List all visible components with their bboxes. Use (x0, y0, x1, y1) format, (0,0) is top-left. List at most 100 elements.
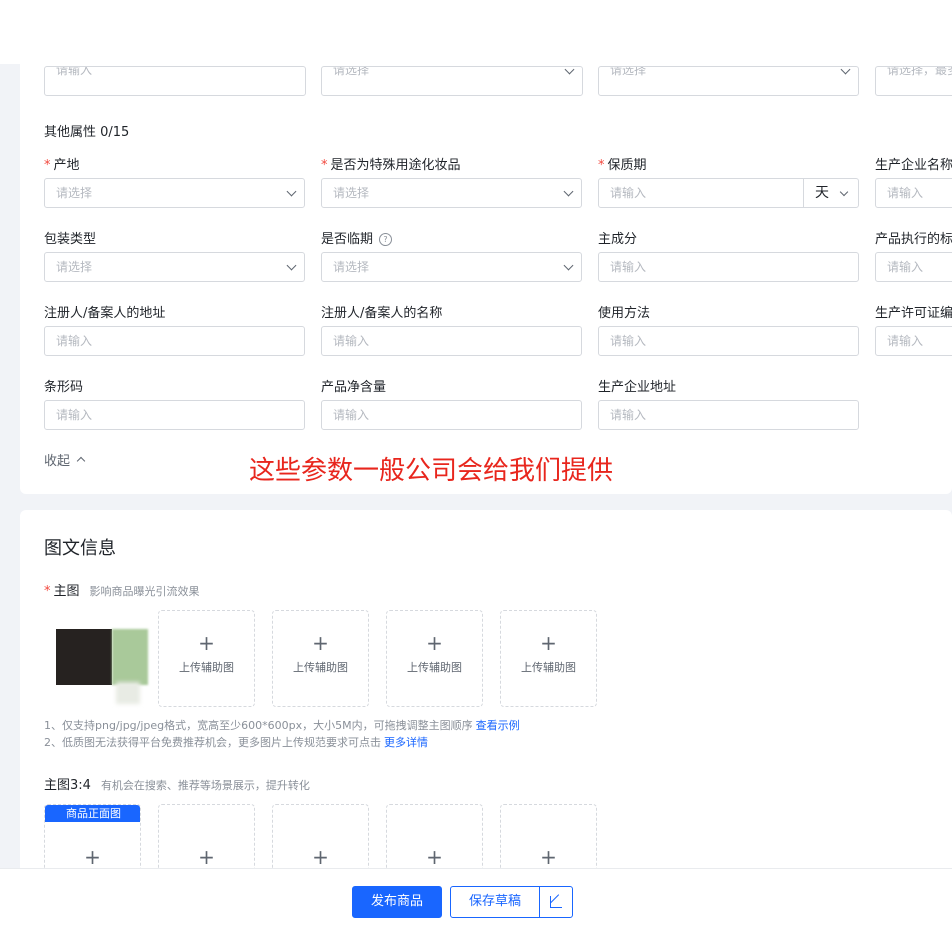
main-ingredient-input[interactable]: 请输入 (598, 252, 859, 282)
plus-icon: + (426, 631, 443, 655)
manufacturer-address-input[interactable]: 请输入 (598, 400, 859, 430)
special-use-placeholder: 请选择 (333, 186, 370, 200)
shelf-life-input[interactable]: 请输入 天 (598, 178, 859, 208)
usage-input[interactable]: 请输入 (598, 326, 859, 356)
shelf-life-label-text: 保质期 (607, 158, 647, 173)
barcode-input[interactable]: 请输入 (44, 400, 305, 430)
manufacturer-address-placeholder: 请输入 (610, 408, 647, 422)
package-type-select[interactable]: 请选择 (44, 252, 305, 282)
unit-divider (803, 179, 804, 207)
placeholder: 请选择，最多 (887, 66, 952, 77)
chevron-down-icon (286, 186, 297, 197)
view-example-link[interactable]: 查看示例 (476, 719, 520, 732)
chevron-down-icon (840, 67, 851, 75)
special-use-label-text: 是否为特殊用途化妆品 (330, 158, 461, 173)
near-expiry-select[interactable]: 请选择 (321, 252, 582, 282)
more-details-link[interactable]: 更多详情 (384, 736, 428, 749)
license-input[interactable]: 请输入 (875, 326, 952, 356)
placeholder: 请选择 (610, 66, 647, 77)
license-placeholder: 请输入 (887, 334, 924, 348)
main-ingredient-label: 主成分 (598, 232, 638, 247)
chevron-down-icon (563, 186, 574, 197)
plus-icon: + (198, 845, 215, 869)
shelf-life-placeholder: 请输入 (610, 186, 647, 200)
shelf-life-label: * 保质期 (598, 154, 647, 173)
chevron-down-icon (839, 187, 849, 197)
attributes-card: 请输入 请选择 请选择 请选择，最多 其他属性 0/15 * 产地 请选择 * 是否… (20, 62, 952, 494)
near-expiry-label-text: 是否临期 (321, 232, 374, 247)
draft-options-button[interactable] (539, 886, 573, 918)
top-row-select-3[interactable]: 请选择 (598, 66, 859, 96)
publish-button[interactable]: 发布商品 (352, 886, 442, 918)
registrant-name-label: 注册人/备案人的名称 (321, 306, 443, 321)
product-photo-dark (56, 629, 112, 685)
manufacturer-address-label: 生产企业地址 (598, 380, 677, 395)
collapse-label: 收起 (44, 454, 71, 469)
required-mark: * (44, 584, 51, 599)
near-expiry-label: 是否临期? (321, 228, 393, 247)
uploaded-main-image[interactable] (44, 610, 148, 707)
origin-select[interactable]: 请选择 (44, 178, 305, 208)
front-image-tag: 商品正面图 (45, 805, 140, 822)
barcode-label: 条形码 (44, 380, 84, 395)
upload-auxiliary-image-2[interactable]: + 上传辅助图 (272, 610, 369, 707)
plus-icon: + (312, 845, 329, 869)
plus-icon: + (426, 845, 443, 869)
registrant-name-input[interactable]: 请输入 (321, 326, 582, 356)
placeholder: 请输入 (56, 66, 93, 77)
shelf-life-unit-select[interactable]: 天 (815, 179, 829, 207)
upload-note-1: 1、仅支持png/jpg/jpeg格式，宽高至少600*600px，大小5M内，… (44, 717, 520, 733)
package-type-label: 包装类型 (44, 232, 97, 247)
usage-label: 使用方法 (598, 306, 651, 321)
upload-label: 上传辅助图 (293, 661, 348, 674)
plus-icon: + (198, 631, 215, 655)
top-row-select-4[interactable]: 请选择，最多 (875, 66, 952, 96)
upload-label: 上传辅助图 (407, 661, 462, 674)
placeholder: 请选择 (333, 66, 370, 77)
note-text-1: 1、仅支持png/jpg/jpeg格式，宽高至少600*600px，大小5M内，… (44, 719, 473, 732)
license-label: 生产许可证编 (875, 306, 952, 321)
product-photo-green (112, 629, 148, 685)
help-circle-icon[interactable]: ? (379, 233, 393, 246)
chevron-down-icon (564, 67, 575, 75)
net-content-placeholder: 请输入 (333, 408, 370, 422)
standard-placeholder: 请输入 (887, 260, 924, 274)
save-draft-button[interactable]: 保存草稿 (450, 886, 540, 918)
main34-label: 主图3:4 (44, 778, 91, 793)
upload-auxiliary-image-4[interactable]: + 上传辅助图 (500, 610, 597, 707)
upload-note-2: 2、低质图无法获得平台免费推荐机会，更多图片上传规范要求可点击 更多详情 (44, 734, 428, 750)
chevron-up-icon (76, 456, 86, 466)
top-row-input-1[interactable]: 请输入 (44, 66, 306, 96)
main-image-label-row: * 主图 影响商品曝光引流效果 (44, 580, 200, 599)
other-attributes-title: 其他属性 0/15 (44, 125, 130, 140)
origin-label-text: 产地 (53, 158, 80, 173)
chevron-down-icon (286, 260, 297, 271)
required-mark: * (44, 158, 51, 173)
note-text-2: 2、低质图无法获得平台免费推荐机会，更多图片上传规范要求可点击 (44, 736, 381, 749)
special-use-select[interactable]: 请选择 (321, 178, 582, 208)
upload-auxiliary-image-1[interactable]: + 上传辅助图 (158, 610, 255, 707)
standard-label: 产品执行的标 (875, 232, 952, 247)
upload-label: 上传辅助图 (179, 661, 234, 674)
registrant-address-placeholder: 请输入 (56, 334, 93, 348)
registrant-name-placeholder: 请输入 (333, 334, 370, 348)
product-photo-light (116, 682, 140, 704)
top-row-select-2[interactable]: 请选择 (321, 66, 583, 96)
upload-auxiliary-image-3[interactable]: + 上传辅助图 (386, 610, 483, 707)
net-content-input[interactable]: 请输入 (321, 400, 582, 430)
manufacturer-name-input[interactable]: 请输入 (875, 178, 952, 208)
main34-hint: 有机会在搜索、推荐等场景展示，提升转化 (100, 779, 310, 792)
plus-icon: + (540, 845, 557, 869)
package-type-placeholder: 请选择 (56, 260, 93, 274)
standard-input[interactable]: 请输入 (875, 252, 952, 282)
media-section-title: 图文信息 (44, 538, 116, 559)
main34-label-row: 主图3:4 有机会在搜索、推荐等场景展示，提升转化 (44, 774, 310, 793)
main-ingredient-placeholder: 请输入 (610, 260, 647, 274)
near-expiry-placeholder: 请选择 (333, 260, 370, 274)
collapse-toggle[interactable]: 收起 (44, 450, 86, 469)
chevron-down-icon (563, 260, 574, 271)
required-mark: * (598, 158, 605, 173)
annotation-text: 这些参数一般公司会给我们提供 (249, 456, 614, 486)
registrant-address-input[interactable]: 请输入 (44, 326, 305, 356)
usage-placeholder: 请输入 (610, 334, 647, 348)
